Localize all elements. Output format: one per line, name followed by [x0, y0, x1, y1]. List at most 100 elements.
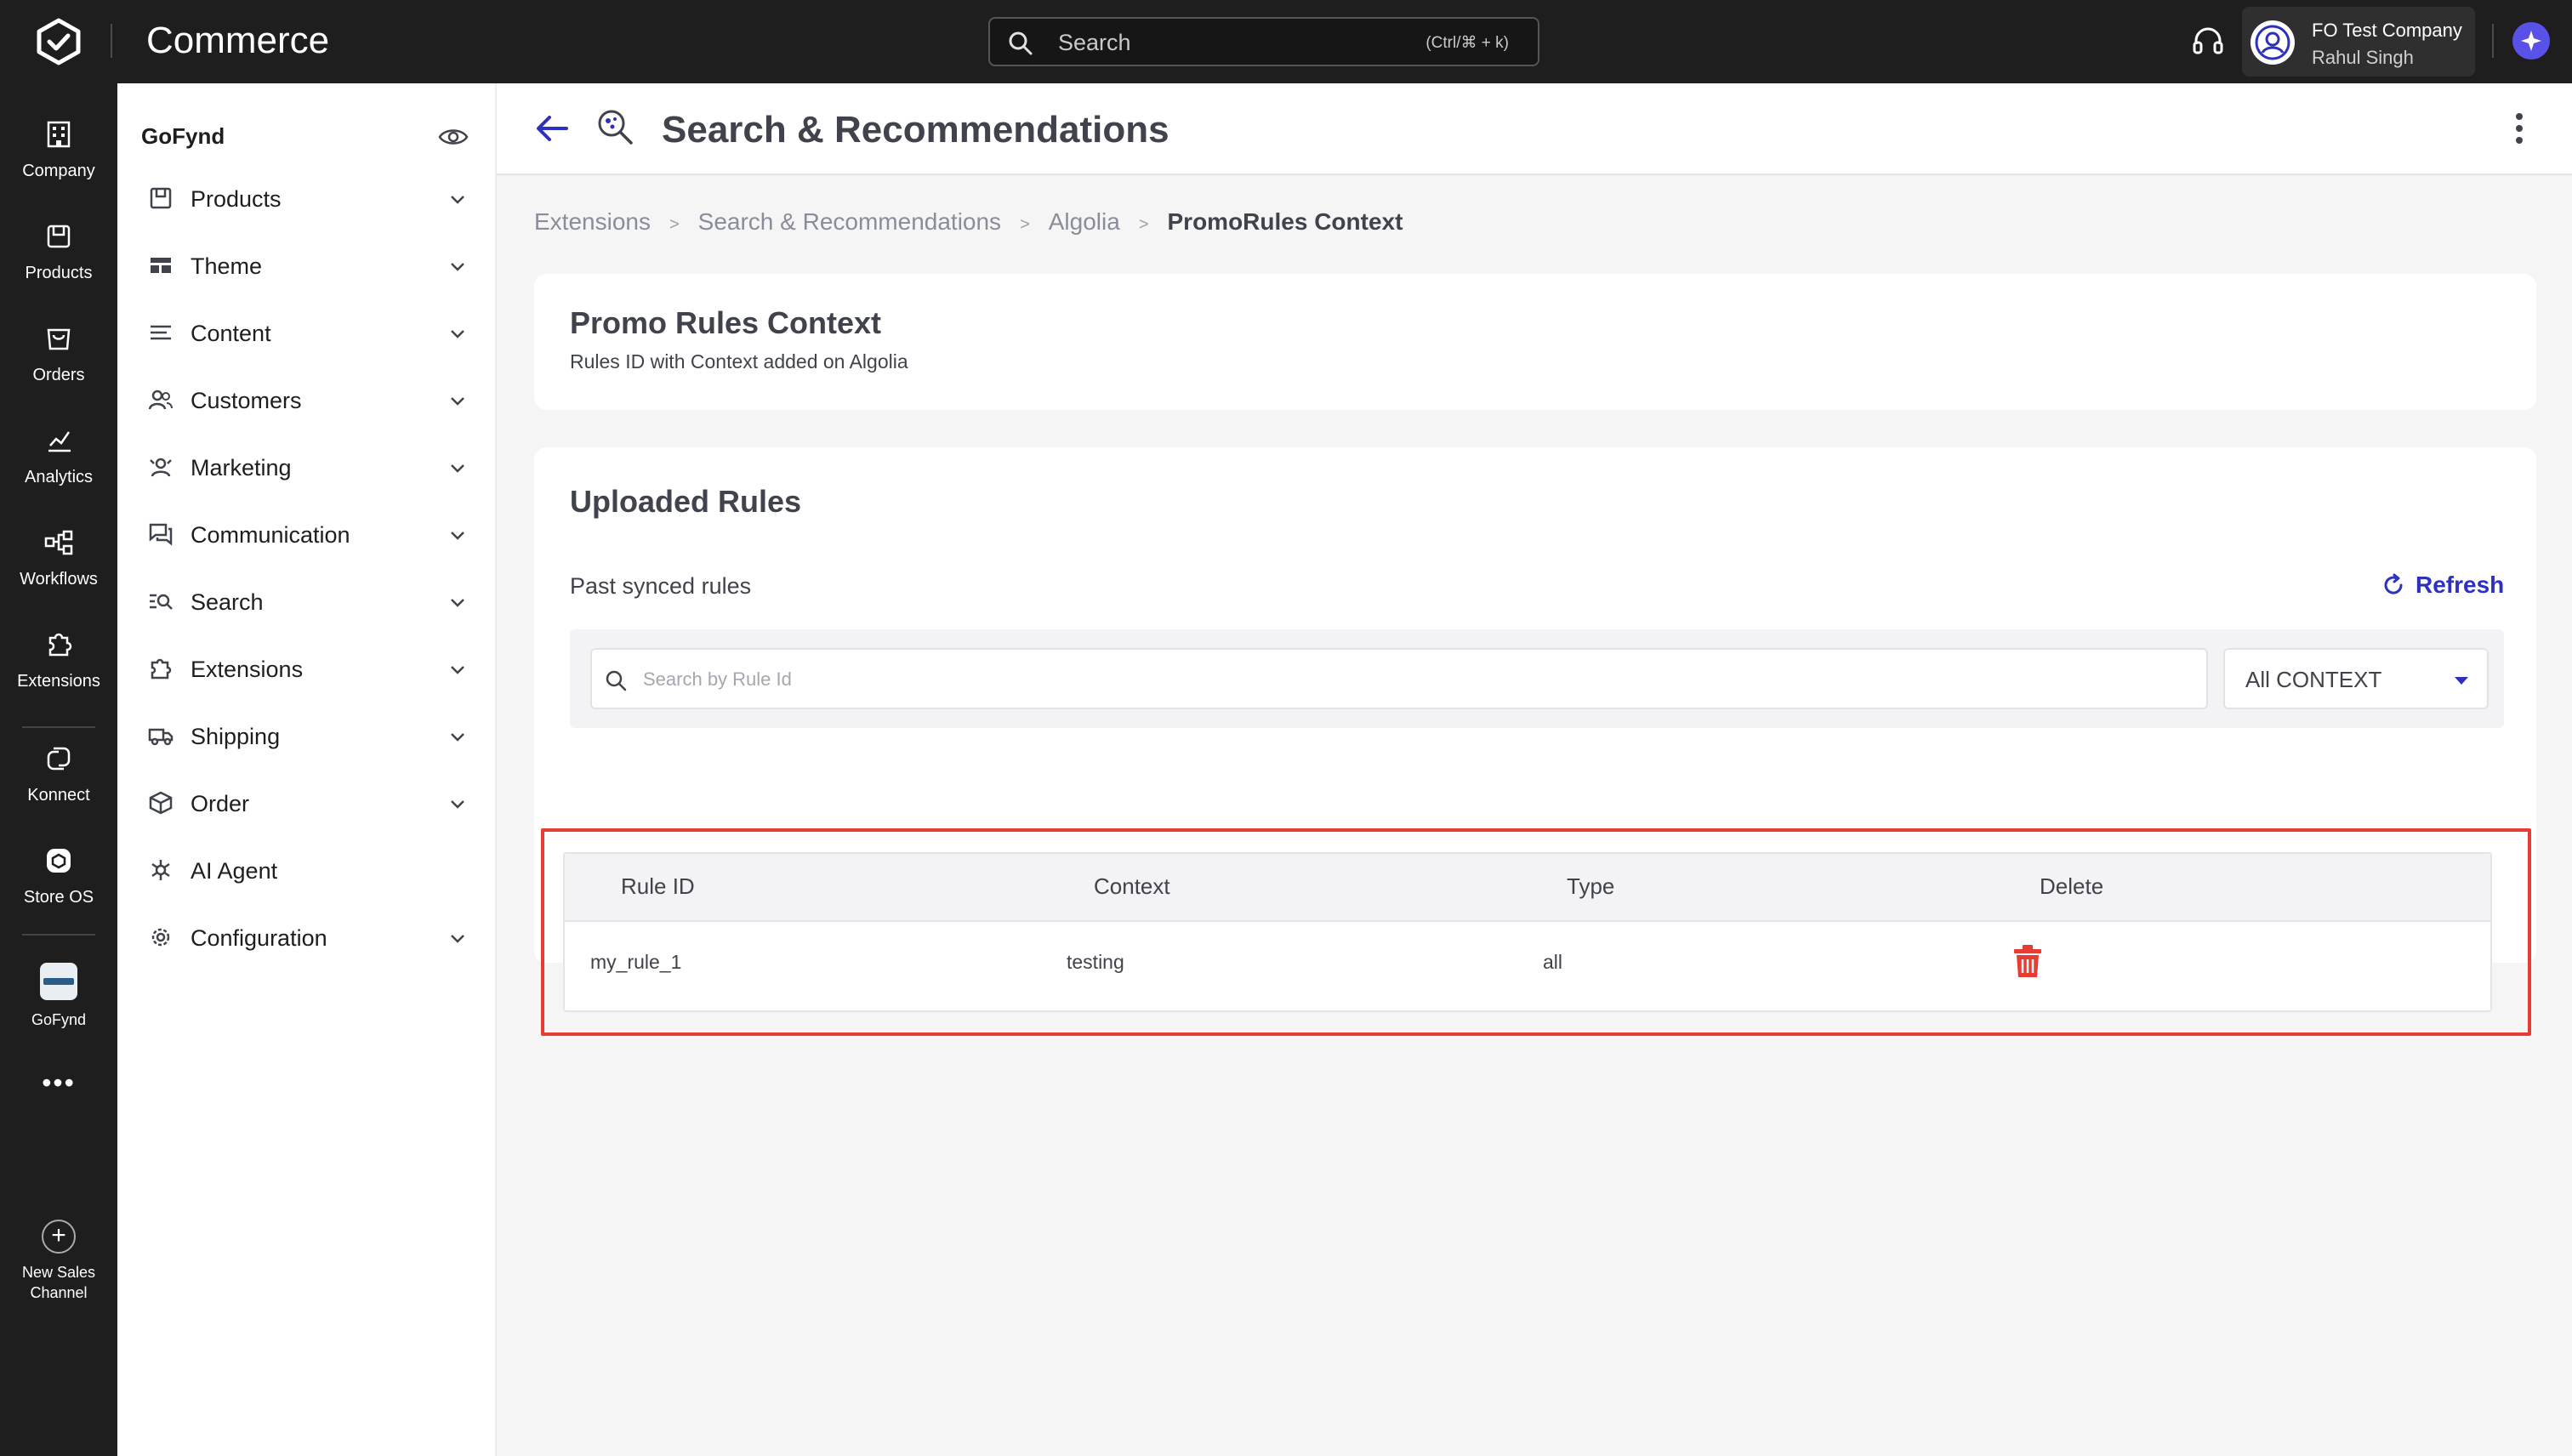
more-options-icon[interactable] — [2502, 109, 2536, 148]
rail-label: Products — [25, 264, 93, 282]
column-header-context: Context — [1094, 873, 1170, 899]
search-recommendations-icon — [598, 110, 633, 145]
refresh-button[interactable]: Refresh — [2381, 570, 2505, 600]
sidebar-item-label: Customers — [191, 388, 302, 413]
left-rail: Company Products Orders Analytics Workfl… — [0, 83, 117, 1456]
sidebar-item-label: Communication — [191, 522, 350, 548]
building-icon — [47, 121, 71, 148]
breadcrumb-item-extensions[interactable]: Extensions — [534, 208, 651, 235]
ai-assistant-button[interactable] — [2512, 22, 2550, 60]
page-title: Search & Recommendations — [662, 109, 1169, 151]
app-title: Commerce — [146, 20, 330, 61]
sidebar-item-search[interactable]: Search — [148, 578, 471, 624]
sidebar-item-products[interactable]: Products — [148, 175, 471, 221]
rail-item-products[interactable]: Products — [0, 219, 117, 284]
rail-item-store-os[interactable]: Store OS — [0, 844, 117, 908]
context-filter-value: All CONTEXT — [2245, 667, 2382, 692]
rail-item-orders[interactable]: Orders — [0, 321, 117, 386]
top-bar: Commerce Search (Ctrl/⌘ + k) FO Test Com… — [0, 0, 2572, 83]
rail-item-workflows[interactable]: Workflows — [0, 526, 117, 590]
chevron-down-icon — [451, 196, 464, 204]
sidebar-item-shipping[interactable]: Shipping — [148, 713, 471, 759]
back-arrow-icon[interactable] — [532, 109, 572, 148]
user-account-card[interactable]: FO Test Company Rahul Singh — [2242, 7, 2475, 77]
workflow-icon — [44, 530, 73, 555]
cell-type: all — [1543, 951, 1563, 973]
store-os-icon — [47, 849, 71, 873]
rail-label: Extensions — [17, 672, 100, 691]
sidebar-item-label: Configuration — [191, 925, 327, 951]
uploaded-rules-card: Uploaded Rules Past synced rules Refresh… — [534, 447, 2536, 1036]
breadcrumb-separator: > — [669, 215, 680, 234]
sidebar-item-extensions[interactable]: Extensions — [148, 646, 471, 691]
rail-label: GoFynd — [31, 1011, 87, 1028]
search-shortcut-hint: (Ctrl/⌘ + k) — [1425, 34, 1509, 52]
rail-label: Store OS — [23, 888, 94, 907]
sidebar-item-label: Extensions — [191, 657, 304, 682]
delete-trash-icon[interactable] — [2011, 942, 2045, 980]
chevron-down-icon — [451, 733, 464, 742]
main-content: Search & Recommendations Extensions > Sear… — [497, 83, 2572, 1456]
puzzle-icon — [151, 658, 172, 680]
sidebar-item-order[interactable]: Order — [148, 780, 471, 826]
refresh-label: Refresh — [2416, 572, 2505, 598]
rule-search-input[interactable] — [643, 662, 2174, 697]
eye-icon[interactable] — [437, 121, 469, 153]
sidebar-item-label: Marketing — [191, 455, 292, 481]
table-header: Rule ID Context Type Delete — [565, 854, 2490, 922]
headset-support-icon[interactable] — [2191, 24, 2225, 58]
sidebar-item-theme[interactable]: Theme — [148, 242, 471, 288]
sparkle-icon — [2521, 31, 2541, 51]
breadcrumb: Extensions > Search & Recommendations > Algo… — [534, 208, 1403, 239]
breadcrumb-separator: > — [1138, 215, 1149, 234]
sidebar-item-label: Search — [191, 589, 264, 615]
users-icon — [148, 390, 173, 410]
ai-agent-icon — [151, 860, 170, 880]
highlighted-rules-table-region: Rule ID Context Type Delete my_rule_1 te… — [541, 828, 2531, 1036]
cart-icon — [47, 328, 71, 350]
sidebar-item-content[interactable]: Content — [148, 310, 471, 355]
box-icon — [47, 225, 71, 248]
sidebar-item-communication[interactable]: Communication — [148, 511, 471, 557]
sidebar-item-customers[interactable]: Customers — [148, 377, 471, 423]
breadcrumb-item-algolia[interactable]: Algolia — [1049, 208, 1120, 235]
global-search-bar[interactable]: Search (Ctrl/⌘ + k) — [988, 17, 1539, 66]
gear-icon — [151, 928, 170, 947]
rules-table: Rule ID Context Type Delete my_rule_1 te… — [563, 852, 2492, 1012]
rail-item-analytics[interactable]: Analytics — [0, 424, 117, 488]
company-name: FO Test Company — [2312, 20, 2462, 41]
new-sales-channel-button[interactable]: + New Sales Channel — [0, 1220, 117, 1303]
rail-divider — [22, 726, 95, 728]
konnect-icon — [47, 747, 71, 771]
package-icon — [149, 791, 173, 815]
rule-search-field[interactable] — [590, 648, 2208, 709]
column-header-rule-id: Rule ID — [621, 873, 695, 899]
marketing-icon — [150, 458, 172, 477]
breadcrumb-item-search-recommendations[interactable]: Search & Recommendations — [698, 208, 1001, 235]
column-header-type: Type — [1567, 873, 1615, 899]
chevron-down-icon — [451, 263, 464, 271]
topbar-divider — [2492, 24, 2494, 58]
channel-sidebar: GoFynd Products Theme Content Customers … — [117, 83, 497, 1456]
more-channels-button[interactable]: ••• — [0, 1069, 117, 1096]
sidebar-item-configuration[interactable]: Configuration — [148, 914, 471, 960]
rail-label: Orders — [32, 366, 85, 384]
rail-item-company[interactable]: Company — [0, 117, 117, 182]
promo-rules-context-card: Promo Rules Context Rules ID with Contex… — [534, 274, 2536, 410]
rail-label: Konnect — [27, 786, 90, 805]
chevron-down-icon — [451, 935, 464, 943]
fynd-logo-icon[interactable] — [34, 17, 83, 66]
section-subtitle: Past synced rules — [570, 573, 752, 599]
rail-item-konnect[interactable]: Konnect — [0, 742, 117, 806]
context-filter-dropdown[interactable]: All CONTEXT — [2223, 648, 2489, 709]
chevron-down-icon — [451, 464, 464, 473]
box-icon — [150, 187, 172, 209]
sidebar-item-marketing[interactable]: Marketing — [148, 444, 471, 490]
user-icon — [2255, 25, 2290, 60]
rail-item-gofynd[interactable]: GoFynd — [0, 963, 117, 1031]
refresh-icon — [2384, 573, 2403, 594]
rail-item-extensions[interactable]: Extensions — [0, 628, 117, 692]
chat-icon — [149, 523, 173, 546]
cell-context: testing — [1067, 951, 1124, 973]
sidebar-item-ai-agent[interactable]: AI Agent — [148, 847, 471, 893]
